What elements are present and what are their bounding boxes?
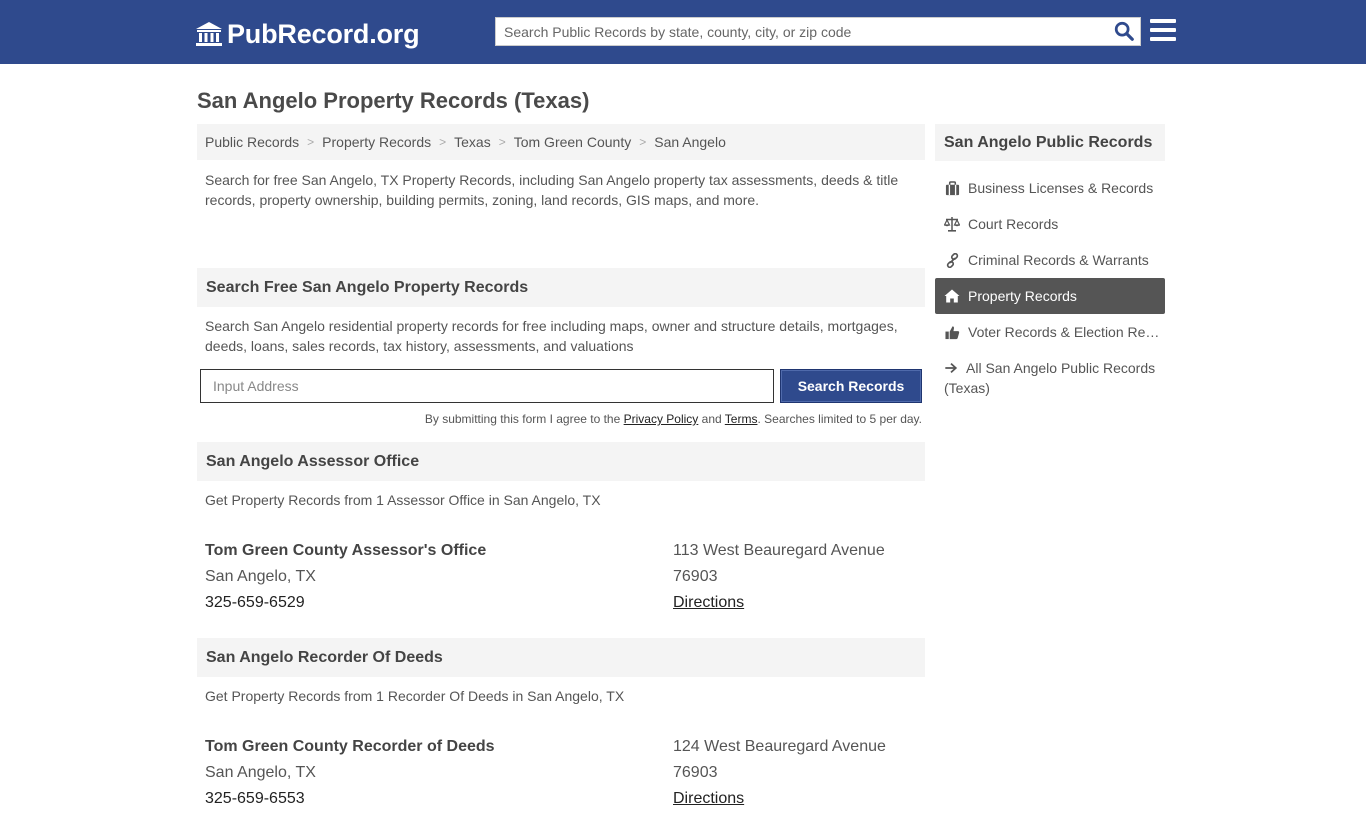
- office-phone[interactable]: 325-659-6553: [205, 786, 495, 812]
- assessor-section-description: Get Property Records from 1 Assessor Off…: [205, 492, 601, 508]
- sidebar-item-all-public-records[interactable]: All San Angelo Public Records (Texas): [935, 350, 1165, 398]
- sidebar-item-label: Criminal Records & Warrants: [968, 252, 1149, 268]
- disclaimer-text: and: [698, 412, 725, 426]
- terms-link[interactable]: Terms: [725, 412, 758, 426]
- thumbs-up-icon: [944, 324, 960, 340]
- sidebar: San Angelo Public Records Business Licen…: [935, 124, 1165, 398]
- intro-text: Search for free San Angelo, TX Property …: [205, 172, 899, 208]
- global-search-input[interactable]: [496, 18, 1106, 45]
- assessor-section-heading: San Angelo Assessor Office: [197, 442, 925, 481]
- sidebar-item-label: Property Records: [968, 288, 1077, 304]
- search-section-heading: Search Free San Angelo Property Records: [197, 268, 925, 307]
- directions-link[interactable]: Directions: [673, 790, 744, 807]
- privacy-policy-link[interactable]: Privacy Policy: [624, 412, 699, 426]
- address-search-form: Search Records: [197, 369, 925, 409]
- office-address: 124 West Beauregard Avenue: [673, 738, 886, 755]
- sidebar-item-property-records[interactable]: Property Records: [935, 278, 1165, 314]
- office-city: San Angelo, TX: [205, 764, 316, 781]
- sidebar-item-court-records[interactable]: Court Records: [935, 206, 1165, 242]
- sidebar-list: Business Licenses & Records Court Record…: [935, 170, 1165, 398]
- site-logo[interactable]: PubRecord.org: [195, 18, 420, 50]
- sidebar-item-text: All San Angelo Public Records (Texas): [944, 360, 1156, 396]
- sidebar-item-label: All San Angelo Public Records (Texas): [944, 358, 1165, 398]
- sidebar-item-business-licenses[interactable]: Business Licenses & Records: [935, 170, 1165, 206]
- office-zip: 76903: [673, 568, 718, 585]
- office-zip: 76903: [673, 764, 718, 781]
- office-city: San Angelo, TX: [205, 568, 316, 585]
- breadcrumb-separator: >: [639, 135, 647, 149]
- breadcrumb-separator: >: [307, 135, 315, 149]
- sidebar-item-label: Voter Records & Election Records: [968, 324, 1165, 340]
- recorder-office-card: Tom Green County Recorder of Deeds San A…: [197, 734, 925, 834]
- breadcrumb-separator: >: [498, 135, 506, 149]
- breadcrumb-san-angelo: San Angelo: [654, 134, 726, 150]
- breadcrumb-separator: >: [439, 135, 447, 149]
- office-name: Tom Green County Assessor's Office: [205, 542, 487, 559]
- form-disclaimer: By submitting this form I agree to the P…: [197, 412, 925, 442]
- sidebar-item-voter-records[interactable]: Voter Records & Election Records: [935, 314, 1165, 350]
- recorder-section-heading: San Angelo Recorder Of Deeds: [197, 638, 925, 677]
- address-input[interactable]: [200, 369, 774, 403]
- office-name: Tom Green County Recorder of Deeds: [205, 738, 495, 755]
- hamburger-menu-icon[interactable]: [1150, 19, 1176, 43]
- breadcrumb-public-records[interactable]: Public Records: [205, 134, 299, 150]
- link-icon: [944, 252, 960, 268]
- breadcrumb: Public Records > Property Records > Texa…: [197, 124, 925, 160]
- search-section-description: Search San Angelo residential property r…: [205, 318, 898, 354]
- page-title: San Angelo Property Records (Texas): [197, 88, 590, 113]
- global-search: [495, 17, 1141, 46]
- site-header: PubRecord.org: [0, 0, 1366, 64]
- sidebar-item-label: Court Records: [968, 216, 1059, 232]
- office-phone[interactable]: 325-659-6529: [205, 590, 486, 616]
- sidebar-item-label: Business Licenses & Records: [968, 180, 1154, 196]
- logo-text: PubRecord.org: [227, 18, 420, 49]
- directions-link[interactable]: Directions: [673, 594, 744, 611]
- search-icon: [1114, 21, 1134, 41]
- global-search-button[interactable]: [1112, 20, 1136, 44]
- breadcrumb-texas[interactable]: Texas: [454, 134, 491, 150]
- arrow-right-icon: [944, 360, 960, 376]
- home-icon: [944, 288, 960, 304]
- briefcase-icon: [944, 180, 960, 196]
- courthouse-icon: [196, 22, 222, 46]
- recorder-section-description: Get Property Records from 1 Recorder Of …: [205, 688, 625, 704]
- sidebar-item-criminal-records[interactable]: Criminal Records & Warrants: [935, 242, 1165, 278]
- search-records-button[interactable]: Search Records: [780, 369, 922, 403]
- breadcrumb-property-records[interactable]: Property Records: [322, 134, 431, 150]
- office-address: 113 West Beauregard Avenue: [673, 542, 885, 559]
- scale-icon: [944, 216, 960, 232]
- sidebar-heading: San Angelo Public Records: [935, 124, 1165, 161]
- disclaimer-text: By submitting this form I agree to the: [424, 412, 624, 426]
- main-content: Public Records > Property Records > Texa…: [197, 124, 925, 834]
- assessor-office-card: Tom Green County Assessor's Office San A…: [197, 538, 925, 638]
- breadcrumb-tom-green-county[interactable]: Tom Green County: [514, 134, 632, 150]
- disclaimer-text: . Searches limited to 5 per day.: [757, 412, 922, 426]
